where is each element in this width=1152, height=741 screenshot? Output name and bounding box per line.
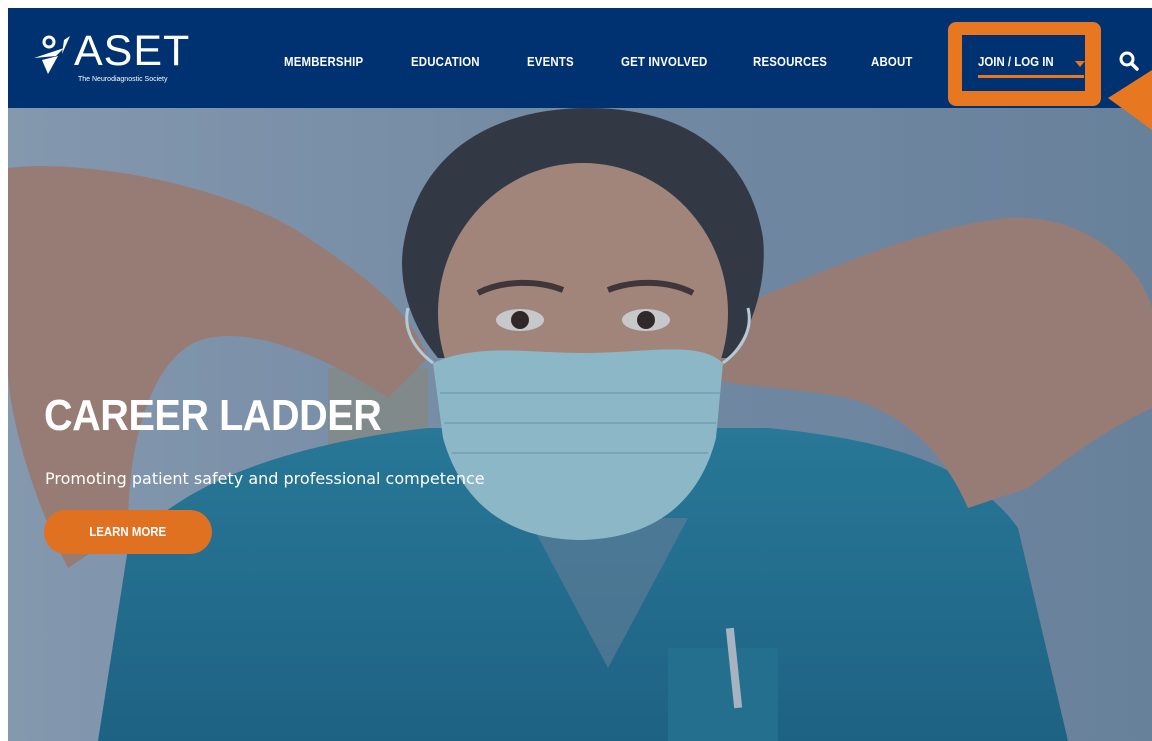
- nav-education[interactable]: EDUCATION: [411, 54, 480, 69]
- logo-wordmark: ASET: [74, 27, 191, 75]
- nav-events[interactable]: EVENTS: [527, 54, 574, 69]
- nav-get-involved[interactable]: GET INVOLVED: [621, 54, 707, 69]
- page-frame: ASET The Neurodiagnostic Society MEMBERS…: [8, 8, 1152, 741]
- join-login-menu[interactable]: JOIN / LOG IN: [962, 35, 1085, 91]
- search-icon: [1119, 51, 1139, 71]
- caret-down-icon: [1075, 61, 1085, 67]
- join-login-underline: [978, 75, 1084, 78]
- learn-more-button[interactable]: LEARN MORE: [44, 510, 212, 554]
- nav-resources[interactable]: RESOURCES: [753, 54, 827, 69]
- learn-more-label: LEARN MORE: [89, 524, 167, 539]
- join-login-highlight: JOIN / LOG IN: [948, 22, 1101, 106]
- search-button[interactable]: [1118, 50, 1140, 72]
- aset-logo[interactable]: ASET The Neurodiagnostic Society: [34, 28, 189, 90]
- aset-figure-icon: [34, 35, 70, 74]
- hero-subtitle: Promoting patient safety and professiona…: [45, 469, 485, 488]
- hero-banner: CAREER LADDER Promoting patient safety a…: [8, 108, 1152, 741]
- nav-about[interactable]: ABOUT: [871, 54, 913, 69]
- pointer-arrow-icon: [1108, 70, 1152, 130]
- logo-tagline: The Neurodiagnostic Society: [78, 76, 168, 83]
- hero-title: CAREER LADDER: [44, 391, 382, 440]
- nav-membership[interactable]: MEMBERSHIP: [284, 54, 363, 69]
- join-login-label: JOIN / LOG IN: [978, 54, 1054, 69]
